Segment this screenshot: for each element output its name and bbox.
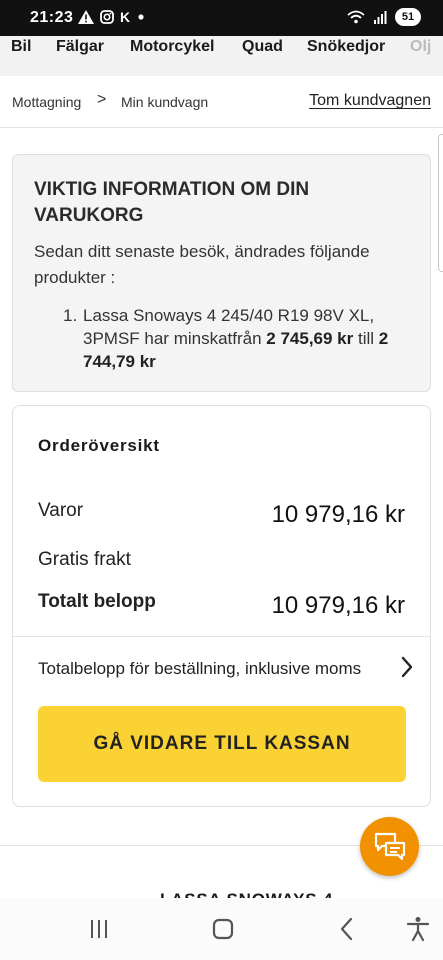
back-icon[interactable] xyxy=(332,916,362,942)
order-summary-title: Orderöversikt xyxy=(38,436,160,455)
warning-icon xyxy=(78,10,94,24)
checkout-button[interactable]: GÅ VIDARE TILL KASSAN xyxy=(38,706,406,782)
list-item-number: 1. xyxy=(63,306,78,325)
empty-cart-link[interactable]: Tom kundvagnen xyxy=(309,92,431,110)
system-nav-bar xyxy=(0,898,443,960)
recents-icon[interactable] xyxy=(84,916,114,942)
battery-icon: 51 xyxy=(395,8,421,26)
cart-info-notice: VIKTIG INFORMATION OM DIN VARUKORG Sedan… xyxy=(12,154,431,392)
breadcrumb-home[interactable]: Mottagning xyxy=(12,94,81,110)
category-item-bil[interactable]: Bil xyxy=(11,38,31,56)
chat-icon xyxy=(374,832,406,861)
breadcrumb: Mottagning > Min kundvagn Tom kundvagnen xyxy=(0,76,443,128)
chevron-right-icon[interactable] xyxy=(396,654,418,680)
shipping-label: Gratis frakt xyxy=(38,549,131,570)
goods-value: 10 979,16 kr xyxy=(271,501,405,528)
dot-icon xyxy=(138,14,144,20)
breadcrumb-current: Min kundvagn xyxy=(121,94,209,110)
goods-label: Varor xyxy=(38,500,84,521)
old-price: 2 745,69 kr xyxy=(266,329,354,348)
notice-title: VIKTIG INFORMATION OM DIN VARUKORG xyxy=(34,179,310,226)
home-icon[interactable] xyxy=(208,916,238,942)
category-item-falgar[interactable]: Fälgar xyxy=(56,38,104,56)
category-item-olja[interactable]: Olj xyxy=(410,38,431,56)
status-time: 21:23 xyxy=(30,9,74,26)
total-value: 10 979,16 kr xyxy=(271,592,405,619)
scrollbar-handle[interactable] xyxy=(438,134,443,272)
status-right-icons: 51 xyxy=(347,8,421,26)
chevron-right-icon: > xyxy=(97,91,107,108)
accessibility-icon[interactable] xyxy=(403,916,433,942)
category-item-snokedjor[interactable]: Snökedjor xyxy=(307,38,385,56)
notice-intro: Sedan ditt senaste besök, ändrades följa… xyxy=(34,242,370,287)
total-vat-note[interactable]: Totalbelopp för beställning, inklusive m… xyxy=(38,659,361,679)
total-label: Totalt belopp xyxy=(38,591,156,612)
price-change-connector: till xyxy=(353,329,379,348)
order-summary-card: Orderöversikt Varor 10 979,16 kr Gratis … xyxy=(12,405,431,807)
instagram-icon xyxy=(100,10,114,24)
wifi-icon xyxy=(347,10,365,24)
chat-button[interactable] xyxy=(360,817,419,876)
category-nav: Bil Fälgar Motorcykel Quad Snökedjor Olj xyxy=(0,36,443,76)
k-icon: K xyxy=(120,9,131,25)
category-item-motorcykel[interactable]: Motorcykel xyxy=(130,38,214,56)
category-item-quad[interactable]: Quad xyxy=(242,38,283,56)
divider xyxy=(13,636,430,637)
list-item: Lassa Snoways 4 245/40 R19 98V XL, 3PMSF… xyxy=(83,304,413,373)
status-bar: 21:23 K 51 xyxy=(0,0,443,36)
status-left-icons: K xyxy=(78,9,146,25)
signal-icon xyxy=(374,11,387,24)
